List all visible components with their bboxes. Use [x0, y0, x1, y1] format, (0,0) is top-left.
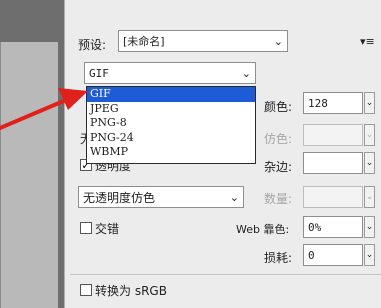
- chevron-down-icon: ⌄: [241, 66, 251, 80]
- web-snap-value: 0%: [308, 220, 322, 234]
- colors-value: 128: [308, 96, 328, 110]
- convert-srgb-label: 转换为 sRGB: [95, 284, 167, 298]
- dither-dropdown-button: ⌄: [364, 124, 375, 146]
- amount-dropdown-button: ⌄: [364, 186, 375, 208]
- divider: [70, 274, 381, 275]
- preset-select[interactable]: [未命名] ⌄: [118, 30, 288, 52]
- chevron-down-icon: ⌄: [365, 222, 374, 232]
- arrow-shaft: [0, 98, 68, 130]
- chevron-down-icon: ⌄: [365, 130, 374, 140]
- chevron-down-icon: ⌄: [365, 98, 374, 108]
- interlace-label: 交错: [95, 222, 120, 236]
- amount-input: [303, 186, 363, 208]
- preset-label: 预设:: [78, 38, 107, 52]
- format-option-png24[interactable]: PNG-24: [87, 131, 255, 146]
- web-snap-input[interactable]: 0%: [303, 216, 363, 238]
- chevron-down-icon: ⌄: [273, 34, 283, 48]
- preset-value: [未命名]: [123, 35, 165, 48]
- chevron-down-icon: ⌄: [229, 190, 239, 204]
- format-dropdown-list: GIF JPEG PNG-8 PNG-24 WBMP: [86, 86, 256, 164]
- matte-dropdown-button[interactable]: ⌄: [364, 152, 375, 174]
- lossy-dropdown-button[interactable]: ⌄: [364, 244, 375, 266]
- web-snap-label: Web 靠色:: [236, 223, 290, 236]
- lossy-input[interactable]: 0: [303, 244, 363, 266]
- convert-srgb-checkbox[interactable]: [80, 284, 92, 296]
- format-option-jpeg[interactable]: JPEG: [87, 102, 255, 117]
- amount-label: 数量:: [264, 192, 293, 206]
- colors-input[interactable]: 128: [303, 92, 363, 114]
- transparency-dither-select[interactable]: 无透明度仿色 ⌄: [78, 186, 244, 208]
- chevron-down-icon: ⌄: [365, 158, 374, 168]
- colors-label: 颜色:: [264, 100, 293, 114]
- chevron-down-icon: ⌄: [365, 250, 374, 260]
- matte-label: 杂边:: [264, 160, 293, 174]
- colors-dropdown-button[interactable]: ⌄: [364, 92, 375, 114]
- panel-menu-icon[interactable]: ▾≡: [360, 35, 375, 48]
- lossy-label: 损耗:: [264, 251, 293, 265]
- dither-label: 仿色:: [264, 132, 293, 146]
- format-option-wbmp[interactable]: WBMP: [87, 145, 255, 160]
- red-arrow-annotation: [0, 88, 88, 130]
- dither-input: [303, 124, 363, 146]
- chevron-down-icon: ⌄: [365, 192, 374, 202]
- format-option-gif[interactable]: GIF: [87, 87, 255, 102]
- format-option-png8[interactable]: PNG-8: [87, 116, 255, 131]
- transparency-dither-value: 无透明度仿色: [83, 190, 156, 205]
- lossy-value: 0: [308, 248, 315, 262]
- interlace-checkbox[interactable]: [80, 222, 92, 234]
- format-value: GIF: [89, 66, 109, 80]
- arrow-head: [58, 88, 88, 110]
- matte-input[interactable]: [303, 152, 363, 174]
- format-select[interactable]: GIF ⌄: [84, 62, 256, 84]
- web-snap-dropdown-button[interactable]: ⌄: [364, 216, 375, 238]
